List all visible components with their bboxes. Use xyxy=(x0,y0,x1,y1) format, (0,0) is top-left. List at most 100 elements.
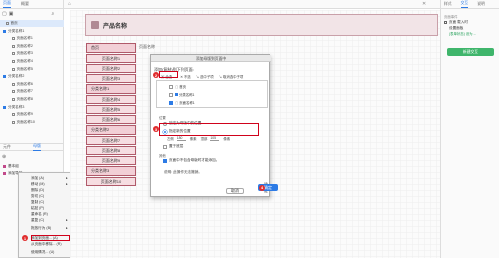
nav-page[interactable]: 页面名称8 xyxy=(86,146,136,155)
add-folder-icon[interactable]: ▣ xyxy=(9,11,14,17)
nav-label: 页面名称3 xyxy=(101,75,121,81)
checkbox-checked[interactable] xyxy=(163,158,167,163)
tab-masters[interactable]: 母版 xyxy=(33,143,41,151)
other-option[interactable]: 页面中不包含母版时才能添加。 xyxy=(163,158,219,163)
tab-widgets[interactable]: 元件 xyxy=(3,144,11,150)
left-unit: 像素 xyxy=(189,137,197,141)
masters-toolbar: ⊕ xyxy=(2,154,62,160)
tab-interactions[interactable]: 交互 xyxy=(460,1,469,8)
tree-page[interactable]: 页面名称5 xyxy=(0,66,64,73)
tab-pages[interactable]: 页面 xyxy=(3,0,11,8)
chevron-right-icon: ▸ xyxy=(66,226,68,230)
select-none-button[interactable]: ✕ 不选 xyxy=(180,74,191,79)
add-master-icon[interactable]: ⊕ xyxy=(2,154,6,160)
tab-notes[interactable]: 说明 xyxy=(477,2,485,7)
tree-folder[interactable]: 分类名称1 xyxy=(0,28,64,35)
tree-item-label: 页面名称4 xyxy=(16,59,33,63)
chevron-right-icon: ▸ xyxy=(66,182,68,186)
tree-folder[interactable]: 分类名称3 xyxy=(0,104,64,111)
position-inputs: 左侧 180 像素 顶部 105 像素 xyxy=(167,136,230,141)
context-menu-item[interactable]: 拖放行为 (B) ▸ xyxy=(18,225,70,231)
page-tree: 首页分类名称1 页面名称1 页面名称2 页面名称3 页面名称4 页面名称5 分类名称2 页面名… xyxy=(0,20,64,130)
context-menu-item-label: 使用情况... (U) xyxy=(31,249,55,254)
bring-to-back-option[interactable]: 置于底层 xyxy=(163,144,183,149)
tree-page[interactable]: 页面名称10 xyxy=(0,119,64,126)
tree-page[interactable]: 页面名称8 xyxy=(0,96,64,103)
select-none-label: 不选 xyxy=(183,74,191,79)
event-icon xyxy=(444,21,447,24)
context-menu-item-label: 重复 (C) xyxy=(31,217,45,222)
tree-item-label: 页面名称7 xyxy=(16,89,33,94)
tree-item-label: 页面名称2 xyxy=(16,43,33,48)
checkbox[interactable] xyxy=(169,92,173,97)
dialog-tree-row[interactable]: ▢ 页面名称1 xyxy=(169,100,195,105)
chevron-right-icon: ▸ xyxy=(66,218,68,222)
nav-category[interactable]: 分类名称1 xyxy=(86,84,136,94)
nav-page[interactable]: 页面名称6 xyxy=(86,115,136,124)
left-label: 左侧 xyxy=(167,137,174,141)
add-page-icon[interactable]: ▢ xyxy=(2,11,7,17)
page-load-event[interactable]: 页面 载入时 xyxy=(444,20,468,25)
page-icon xyxy=(12,90,15,94)
tree-item-label: 分类名称2 xyxy=(8,74,25,79)
dialog-tree-label: 页面名称1 xyxy=(179,101,195,105)
nav-page[interactable]: 页面名称1 xyxy=(86,54,136,63)
tree-page[interactable]: 页面名称7 xyxy=(0,88,64,95)
left-toolbar: ▢ ▣ ⌕ xyxy=(2,11,62,17)
dialog-tree-row[interactable]: 分类名称1 xyxy=(169,92,194,97)
left-input[interactable]: 180 xyxy=(176,136,186,141)
nav-page[interactable]: 页面名称9 xyxy=(86,156,136,165)
highlight-box-select-all xyxy=(159,71,178,78)
tree-item-label: 首页 xyxy=(10,21,18,25)
checkbox[interactable] xyxy=(169,84,173,89)
nav-page[interactable]: 页面名称4 xyxy=(86,95,136,104)
nav-page[interactable]: 页面名称7 xyxy=(86,136,136,145)
checkbox-checked[interactable] xyxy=(169,100,173,105)
nav-category[interactable]: 首页 xyxy=(86,43,136,53)
tree-page[interactable]: 首页 xyxy=(0,20,64,27)
tree-folder[interactable]: 分类名称2 xyxy=(0,73,64,80)
tree-item-label: 页面名称1 xyxy=(16,36,33,41)
tree-page[interactable]: 页面名称9 xyxy=(0,111,64,118)
top-unit: 像素 xyxy=(223,137,231,141)
nav-page[interactable]: 页面名称10 xyxy=(86,177,136,186)
context-menu-item[interactable]: 使用情况... (U) xyxy=(18,249,70,255)
deselect-children-button[interactable]: ↘ 取消选中子项 xyxy=(219,74,244,79)
context-menu-item-label: 复制 (C) xyxy=(31,199,45,204)
cancel-button[interactable]: 取消 xyxy=(226,188,244,194)
dialog-tree-row[interactable]: ▢ 首页 xyxy=(169,84,186,89)
step-badge-2: 2 xyxy=(153,72,159,78)
tree-item-label: 页面名称8 xyxy=(16,97,33,101)
master-item[interactable]: 基本组 xyxy=(3,163,19,169)
select-children-label: 选中子项 xyxy=(200,74,214,79)
home-icon[interactable]: ⌂ xyxy=(68,1,71,7)
nav-page[interactable]: 页面名称3 xyxy=(86,74,136,83)
context-menu-item[interactable]: 从页面中移除... (R) xyxy=(18,241,70,247)
highlight-box-position xyxy=(159,123,259,136)
top-input[interactable]: 105 xyxy=(210,136,220,141)
top-toolbar: ⌂ ✕ xyxy=(64,0,440,9)
bring-to-back-label: 置于底层 xyxy=(169,144,184,148)
select-children-button[interactable]: ↘ 选中子项 xyxy=(196,74,214,79)
nav-page[interactable]: 页面名称2 xyxy=(86,64,136,73)
nav-page[interactable]: 页面名称5 xyxy=(86,105,136,114)
search-icon[interactable]: ⌕ xyxy=(51,11,54,17)
tab-style[interactable]: 样式 xyxy=(444,2,452,7)
tree-page[interactable]: 页面名称4 xyxy=(0,58,64,65)
new-interaction-button[interactable]: 新建交互 xyxy=(447,48,494,56)
tree-page[interactable]: 页面名称2 xyxy=(0,43,64,50)
nav-label: 页面名称4 xyxy=(101,96,121,102)
tree-page[interactable]: 页面名称1 xyxy=(0,35,64,42)
close-icon[interactable]: ✕ xyxy=(422,1,426,7)
nav-category[interactable]: 分类名称3 xyxy=(86,166,136,176)
context-menu-item-label: 从页面中移除... (R) xyxy=(31,241,62,246)
nav-label: 分类名称1 xyxy=(91,86,110,91)
tree-page[interactable]: 页面名称6 xyxy=(0,81,64,88)
tab-outline[interactable]: 概要 xyxy=(21,1,29,7)
position-heading: 位置 xyxy=(159,116,166,120)
folder-icon xyxy=(3,75,6,79)
checkbox[interactable] xyxy=(163,144,167,149)
nav-category[interactable]: 分类名称2 xyxy=(86,125,136,135)
context-menu-item[interactable]: 重复 (C) ▸ xyxy=(18,217,70,223)
tree-page[interactable]: 页面名称3 xyxy=(0,50,64,57)
